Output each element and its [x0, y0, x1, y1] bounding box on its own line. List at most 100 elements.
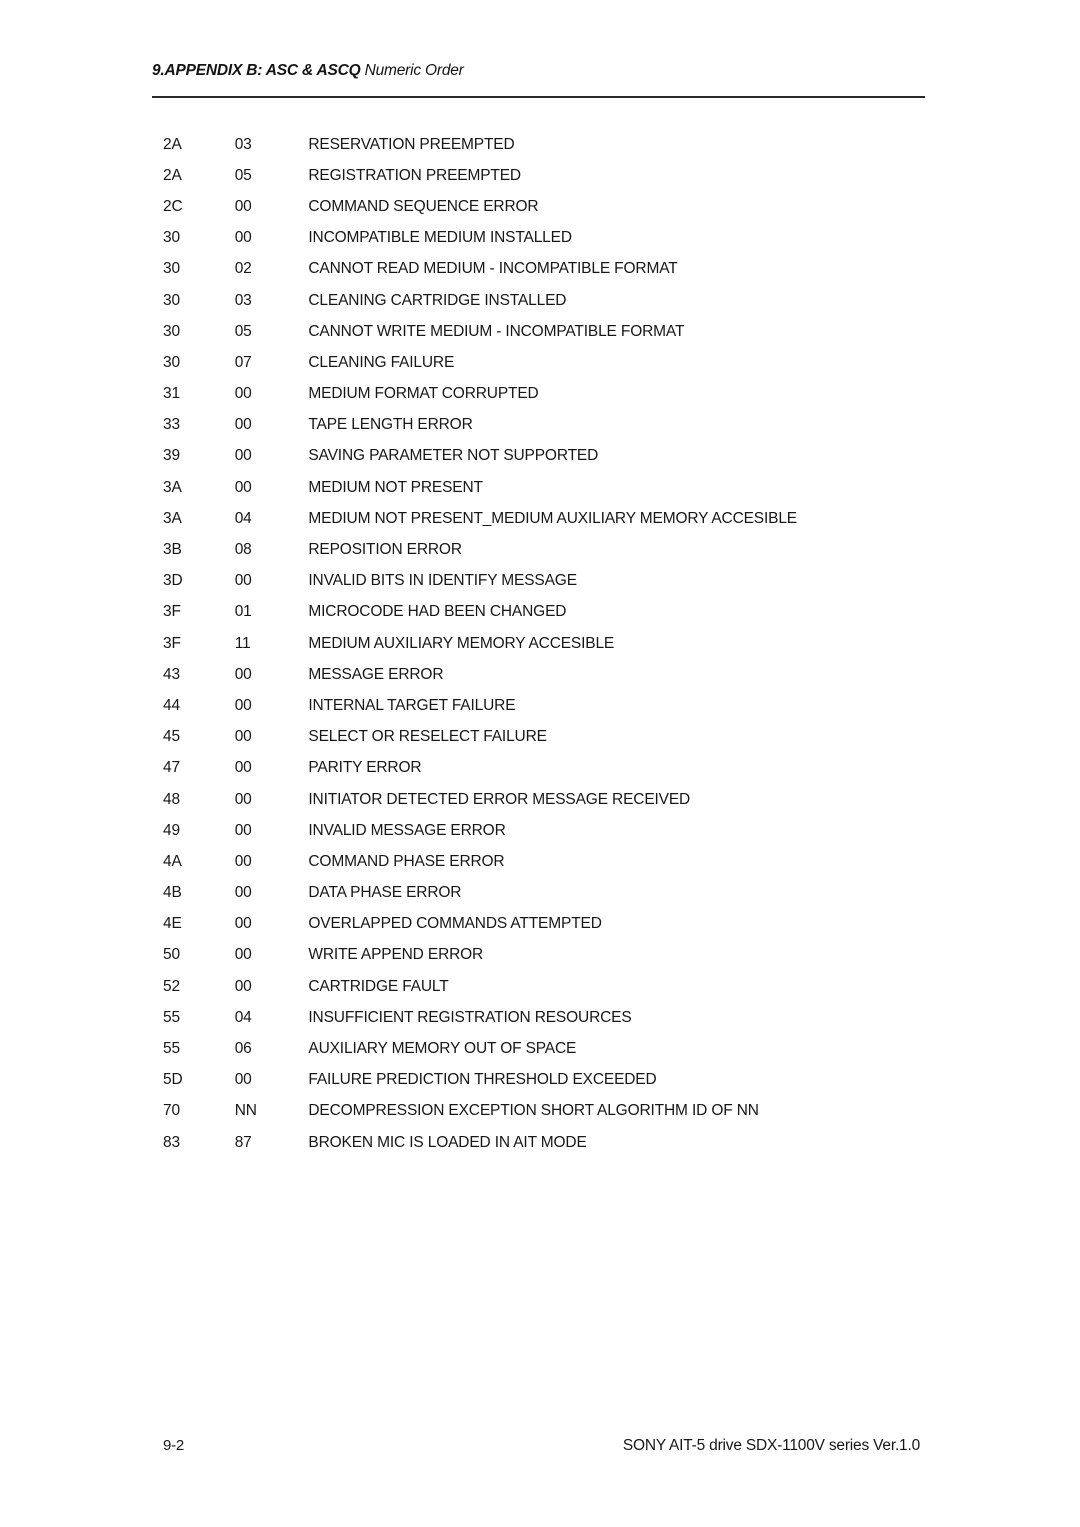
cell-asc: 4A — [163, 852, 182, 870]
cell-ascq: 00 — [234, 728, 252, 746]
cell-ascq: 00 — [234, 572, 252, 590]
table-row: 5D 00 FAILURE PREDICTION THRESHOLD EXCEEDE… — [152, 1065, 942, 1096]
cell-description: INITIATOR DETECTED ERROR MESSAGE RECEIVE… — [308, 790, 691, 808]
cell-ascq: 00 — [234, 229, 252, 247]
cell-ascq: 08 — [234, 541, 252, 559]
cell-ascq: 00 — [234, 852, 252, 870]
cell-ascq: 00 — [234, 821, 252, 839]
table-row: 2C 00 COMMAND SEQUENCE ERROR — [152, 191, 942, 222]
cell-ascq: 00 — [234, 385, 252, 403]
table-row: 2A 03 RESERVATION PREEMPTED — [152, 129, 942, 160]
cell-ascq: 00 — [234, 977, 252, 995]
cell-description: MEDIUM FORMAT CORRUPTED — [308, 385, 539, 403]
table-row: 30 05 CANNOT WRITE MEDIUM - INCOMPATIBLE F… — [152, 316, 942, 347]
table-row: 30 03 CLEANING CARTRIDGE INSTALLED — [152, 285, 942, 316]
asc-ascq-table-body: 2A 03 RESERVATION PREEMPTED 2A 05 REGISTRATIO… — [152, 129, 942, 1158]
cell-ascq: 06 — [234, 1040, 252, 1058]
cell-description: INTERNAL TARGET FAILURE — [308, 696, 516, 714]
cell-asc: 3A — [163, 478, 182, 496]
cell-description: CLEANING FAILURE — [308, 353, 455, 371]
cell-asc: 5D — [163, 1071, 183, 1089]
cell-description: AUXILIARY MEMORY OUT OF SPACE — [308, 1040, 577, 1058]
cell-asc: 70 — [163, 1102, 180, 1120]
cell-asc: 3F — [163, 603, 181, 621]
cell-description: COMMAND SEQUENCE ERROR — [308, 197, 539, 215]
cell-ascq: 04 — [234, 509, 252, 527]
cell-ascq: 00 — [234, 447, 252, 465]
table-row: 30 02 CANNOT READ MEDIUM - INCOMPATIBLE FO… — [152, 254, 942, 285]
cell-asc: 3F — [163, 634, 181, 652]
table-row: 45 00 SELECT OR RESELECT FAILURE — [152, 722, 942, 753]
table-row: 4B 00 DATA PHASE ERROR — [152, 878, 942, 909]
table-row: 83 87 BROKEN MIC IS LOADED IN AIT MODE — [152, 1127, 942, 1158]
cell-asc: 30 — [163, 353, 180, 371]
table-row: 50 00 WRITE APPEND ERROR — [152, 940, 942, 971]
cell-description: WRITE APPEND ERROR — [308, 946, 484, 964]
cell-description: CLEANING CARTRIDGE INSTALLED — [308, 291, 567, 309]
cell-description: INCOMPATIBLE MEDIUM INSTALLED — [308, 229, 572, 247]
cell-ascq: 87 — [234, 1133, 252, 1151]
footer-page-number: 9-2 — [163, 1437, 185, 1454]
cell-asc: 55 — [163, 1040, 180, 1058]
cell-ascq: 05 — [234, 166, 252, 184]
table-row: 33 00 TAPE LENGTH ERROR — [152, 410, 942, 441]
page-title-lead: 9.APPENDIX B: ASC & ASCQ — [152, 62, 365, 79]
cell-ascq: 00 — [234, 478, 252, 496]
cell-description: MESSAGE ERROR — [308, 665, 444, 683]
cell-asc: 55 — [163, 1008, 180, 1026]
cell-asc: 3D — [163, 572, 183, 590]
cell-asc: 4B — [163, 884, 182, 902]
cell-asc: 4E — [163, 915, 182, 933]
table-row: 52 00 CARTRIDGE FAULT — [152, 971, 942, 1002]
cell-description: CARTRIDGE FAULT — [308, 977, 449, 995]
cell-ascq: 03 — [234, 135, 252, 153]
cell-ascq: NN — [234, 1102, 257, 1120]
cell-description: REPOSITION ERROR — [308, 541, 462, 559]
cell-ascq: 00 — [234, 416, 252, 434]
table-row: 30 07 CLEANING FAILURE — [152, 347, 942, 378]
cell-asc: 2A — [163, 166, 182, 184]
cell-description: FAILURE PREDICTION THRESHOLD EXCEEDED — [308, 1071, 657, 1089]
cell-description: MICROCODE HAD BEEN CHANGED — [308, 603, 567, 621]
table-row: 3B 08 REPOSITION ERROR — [152, 534, 942, 565]
table-row: 47 00 PARITY ERROR — [152, 753, 942, 784]
cell-asc: 47 — [163, 759, 180, 777]
cell-description: DATA PHASE ERROR — [308, 884, 462, 902]
cell-ascq: 05 — [234, 322, 252, 340]
table-row: 3D 00 INVALID BITS IN IDENTIFY MESSAGE — [152, 566, 942, 597]
cell-description: CANNOT WRITE MEDIUM - INCOMPATIBLE FORMA… — [308, 322, 685, 340]
cell-asc: 50 — [163, 946, 180, 964]
cell-ascq: 00 — [234, 946, 252, 964]
table-row: 3A 00 MEDIUM NOT PRESENT — [152, 472, 942, 503]
cell-description: INVALID MESSAGE ERROR — [308, 821, 506, 839]
cell-ascq: 00 — [234, 884, 252, 902]
cell-ascq: 00 — [234, 665, 252, 683]
table-row: 48 00 INITIATOR DETECTED ERROR MESSAGE REC… — [152, 784, 942, 815]
cell-ascq: 00 — [234, 1071, 252, 1089]
cell-asc: 83 — [163, 1133, 180, 1151]
cell-ascq: 07 — [234, 353, 252, 371]
cell-asc: 33 — [163, 416, 180, 434]
cell-ascq: 03 — [234, 291, 252, 309]
cell-description: DECOMPRESSION EXCEPTION SHORT ALGORITHM … — [308, 1102, 759, 1120]
cell-asc: 2C — [163, 197, 183, 215]
cell-asc: 48 — [163, 790, 180, 808]
table-row: 43 00 MESSAGE ERROR — [152, 659, 942, 690]
cell-description: SELECT OR RESELECT FAILURE — [308, 728, 547, 746]
table-row: 4A 00 COMMAND PHASE ERROR — [152, 846, 942, 877]
table-row: 3F 01 MICROCODE HAD BEEN CHANGED — [152, 597, 942, 628]
cell-description: COMMAND PHASE ERROR — [308, 852, 505, 870]
cell-asc: 43 — [163, 665, 180, 683]
cell-description: MEDIUM NOT PRESENT_MEDIUM AUXILIARY MEMO… — [308, 509, 797, 527]
cell-ascq: 01 — [234, 603, 252, 621]
cell-asc: 39 — [163, 447, 180, 465]
cell-description: MEDIUM AUXILIARY MEMORY ACCESIBLE — [308, 634, 615, 652]
cell-asc: 45 — [163, 728, 180, 746]
cell-asc: 30 — [163, 229, 180, 247]
table-row: 3A 04 MEDIUM NOT PRESENT_MEDIUM AUXILIARY … — [152, 503, 942, 534]
cell-asc: 49 — [163, 821, 180, 839]
cell-description: INVALID BITS IN IDENTIFY MESSAGE — [308, 572, 577, 590]
cell-description: SAVING PARAMETER NOT SUPPORTED — [308, 447, 599, 465]
cell-description: PARITY ERROR — [308, 759, 422, 777]
cell-ascq: 00 — [234, 915, 252, 933]
